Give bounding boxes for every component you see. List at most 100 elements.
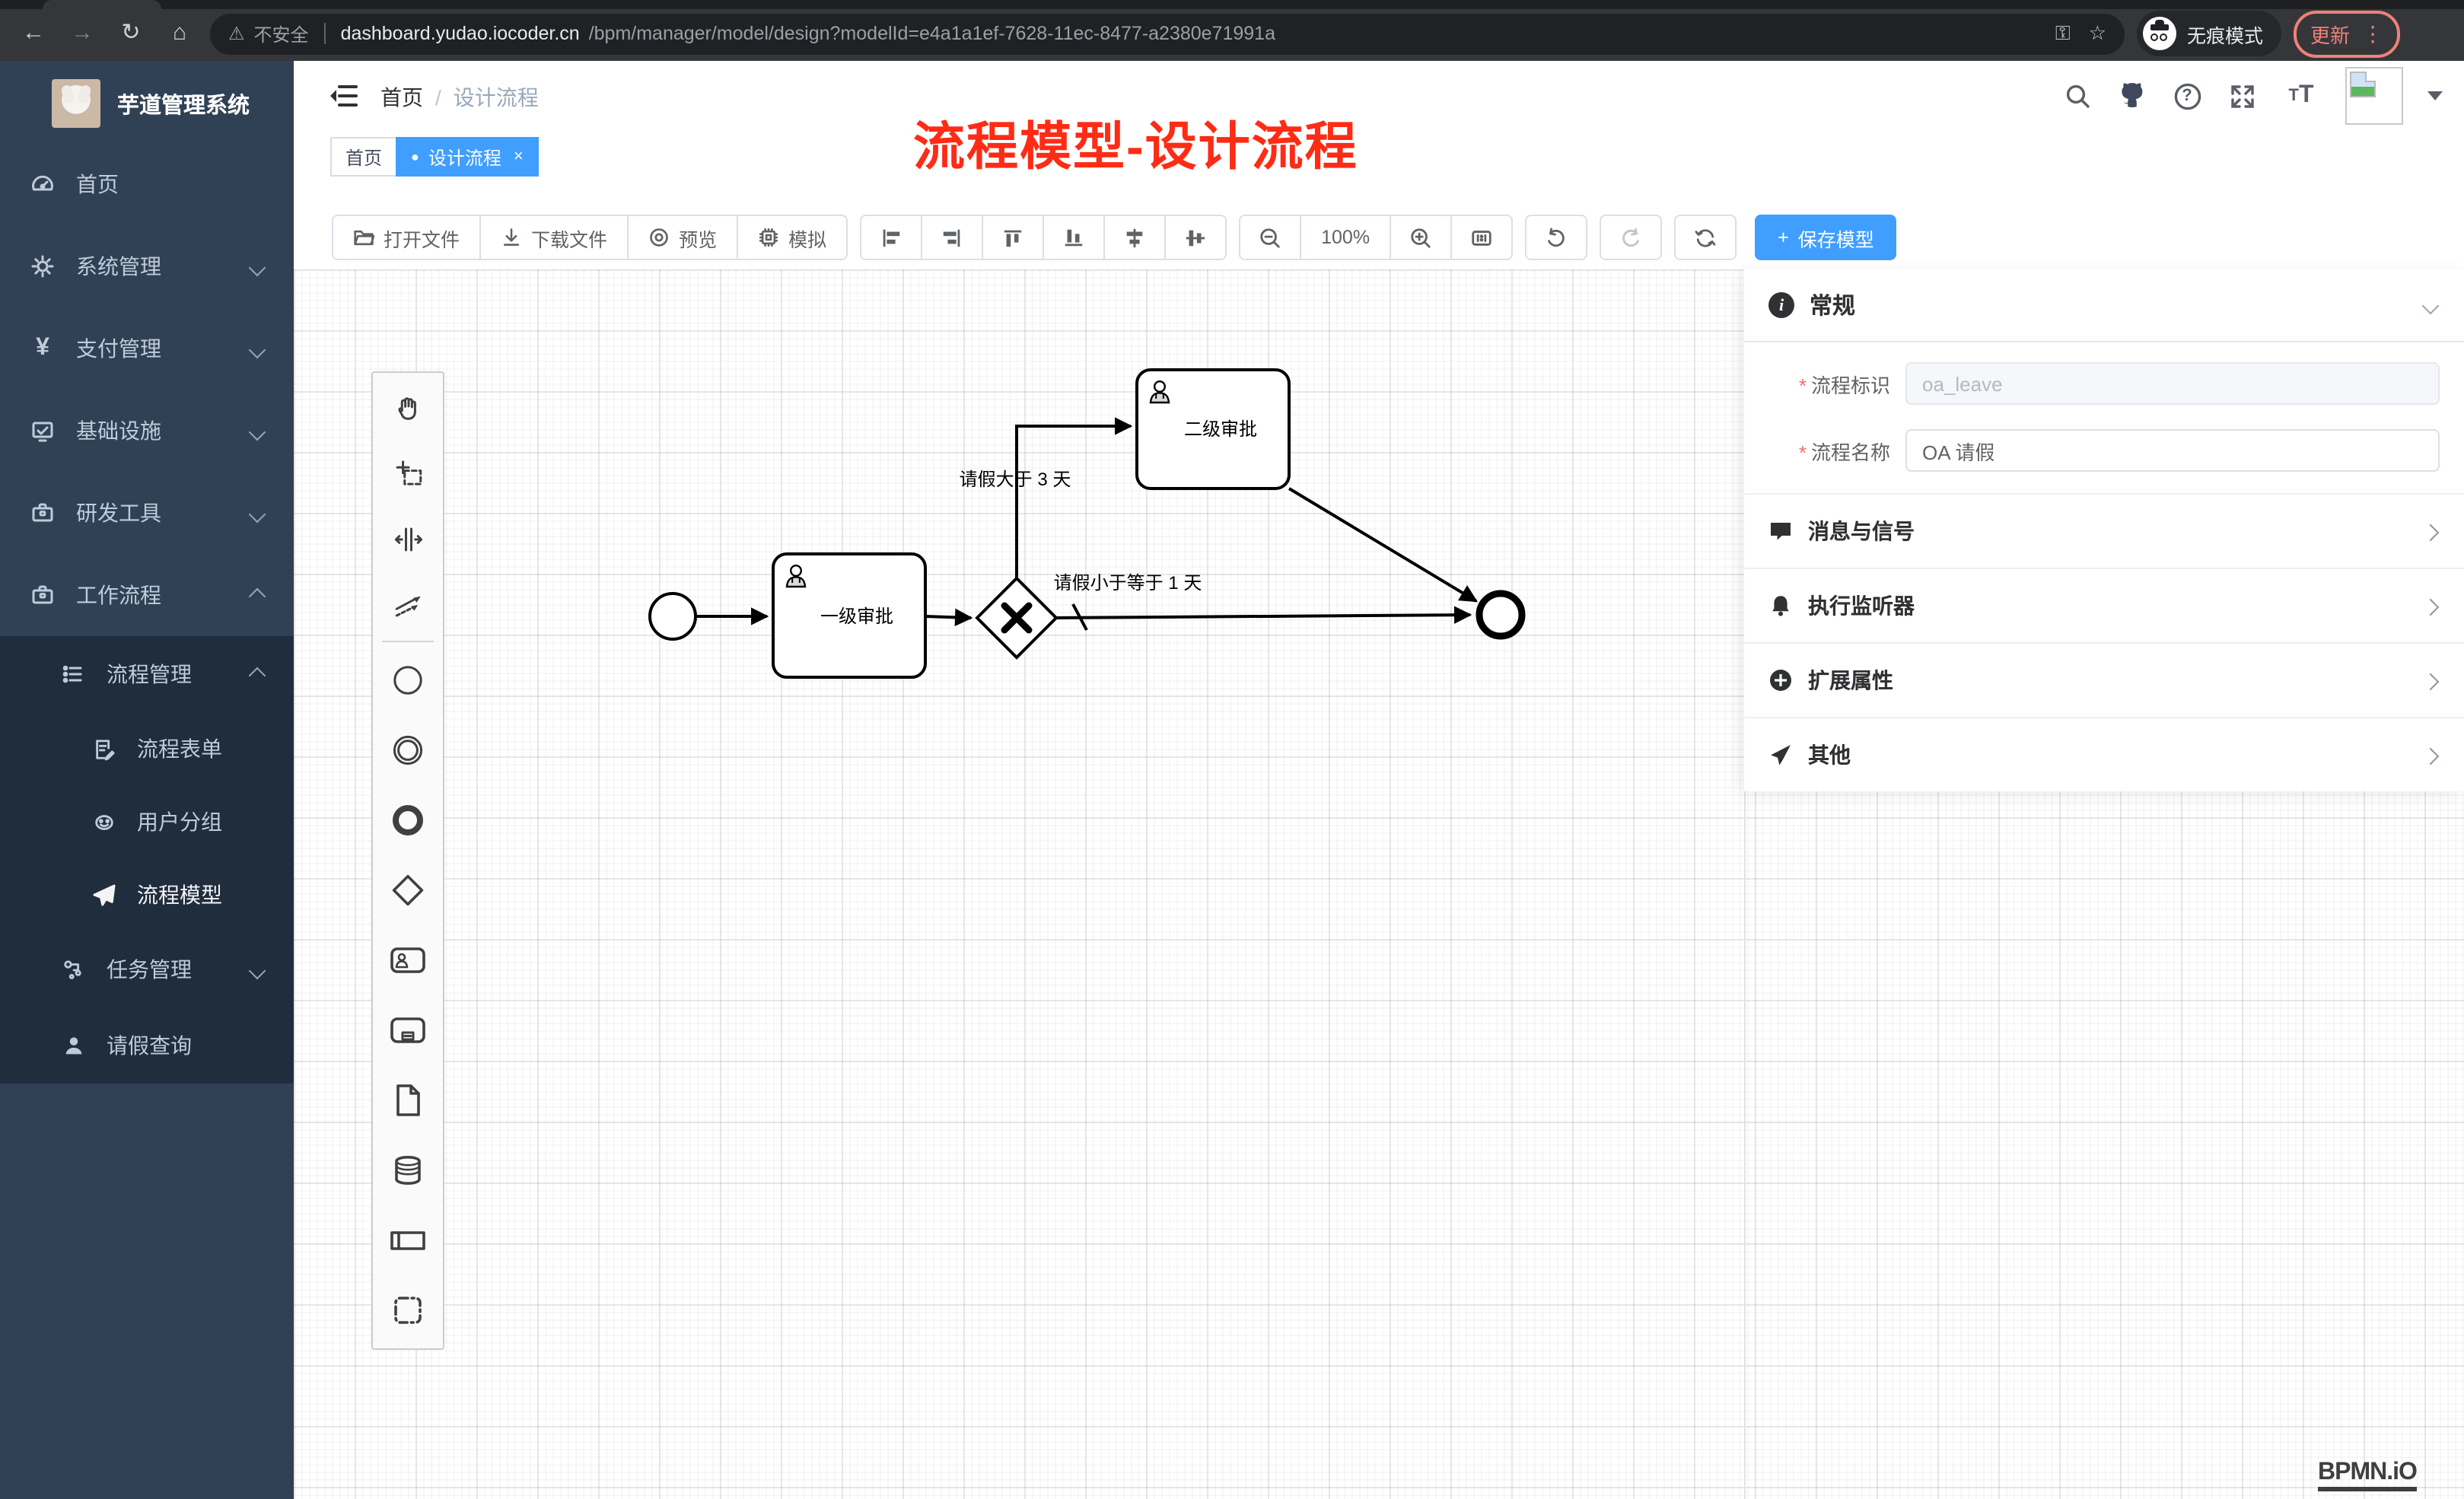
condition-label-lte1[interactable]: 请假小于等于 1 天 [1054, 573, 1202, 594]
sidebar-submenu: 流程管理 流程表单 用户分组 流程模型 [0, 636, 294, 1084]
tab-design-process[interactable]: ● 设计流程 × [396, 137, 539, 177]
simulate-button[interactable]: 模拟 [738, 216, 846, 259]
zoom-reset-button[interactable] [1452, 216, 1511, 259]
undo-icon [1545, 226, 1568, 249]
create-data-store[interactable] [373, 1135, 443, 1205]
url-bar[interactable]: ⚠ 不安全 dashboard.yudao.iocoder.cn /bpm/ma… [210, 13, 2125, 54]
bpmn-io-watermark[interactable]: BPMN.iO [2318, 1459, 2417, 1491]
user-task-level2[interactable]: 二级审批 [1137, 370, 1289, 489]
fullscreen-icon[interactable] [2227, 81, 2257, 111]
process-name-input[interactable] [1905, 429, 2440, 472]
security-label[interactable]: 不安全 [254, 21, 309, 46]
process-key-input[interactable] [1905, 362, 2440, 405]
plus-icon: + [1778, 227, 1789, 248]
sidebar-item-payment[interactable]: ¥ 支付管理 [0, 307, 294, 390]
section-message-signal[interactable]: 消息与信号 [1744, 493, 2464, 568]
sidebar-logo[interactable]: 芋道管理系统 [0, 61, 294, 143]
task1-label[interactable]: 一级审批 [820, 606, 893, 627]
sidebar-item-process-form[interactable]: 流程表单 [0, 712, 294, 785]
create-user-task[interactable] [373, 925, 443, 995]
sidebar-item-user-group[interactable]: 用户分组 [0, 785, 294, 858]
field-process-key: *流程标识 [1744, 362, 2440, 405]
preview-button[interactable]: 预览 [629, 216, 738, 259]
save-model-button[interactable]: + 保存模型 [1755, 215, 1897, 260]
create-start-event[interactable] [373, 645, 443, 715]
sidebar-item-infra[interactable]: 基础设施 [0, 390, 294, 472]
refresh-button[interactable] [1674, 215, 1737, 260]
create-intermediate-event[interactable] [373, 715, 443, 785]
avatar[interactable] [2345, 67, 2403, 125]
sidebar-item-system[interactable]: 系统管理 [0, 225, 294, 307]
sidebar-item-devtools[interactable]: 研发工具 [0, 472, 294, 554]
flow-task2-to-end[interactable] [1289, 489, 1476, 601]
update-button[interactable]: 更新 ⋮ [2294, 10, 2400, 57]
sidebar-item-home[interactable]: 首页 [0, 143, 294, 225]
breadcrumb-home[interactable]: 首页 [380, 82, 423, 113]
align-left-button[interactable] [861, 216, 922, 259]
sidebar-item-process-model[interactable]: 流程模型 [0, 858, 294, 931]
flow-gateway-to-end[interactable] [1056, 615, 1470, 618]
refresh-icon [1694, 226, 1717, 249]
data-object-icon [391, 1082, 425, 1119]
start-event[interactable] [650, 594, 696, 639]
home-icon[interactable]: ⌂ [161, 15, 198, 52]
hand-tool[interactable] [373, 376, 443, 441]
exclusive-gateway[interactable] [977, 578, 1056, 657]
section-extended-properties[interactable]: 扩展属性 [1744, 642, 2464, 717]
align-center-horizontal-button[interactable] [1105, 216, 1166, 259]
url-host[interactable]: dashboard.yudao.iocoder.cn [341, 23, 580, 44]
sidebar-item-process-manage[interactable]: 流程管理 [0, 636, 294, 712]
create-participant[interactable] [373, 1205, 443, 1275]
close-icon[interactable]: × [514, 148, 524, 166]
undo-button[interactable] [1525, 215, 1587, 260]
help-icon[interactable]: ? [2172, 81, 2202, 111]
sidebar-toggle-icon[interactable] [330, 85, 358, 107]
zoom-out-button[interactable] [1240, 216, 1301, 259]
chevron-right-icon [2422, 673, 2440, 690]
section-general[interactable]: i 常规 [1744, 269, 2464, 342]
task2-label[interactable]: 二级审批 [1184, 419, 1257, 440]
section-other[interactable]: 其他 [1744, 717, 2464, 791]
user-task-level1[interactable]: 一级审批 [773, 554, 925, 677]
align-right-button[interactable] [922, 216, 983, 259]
end-event[interactable] [1479, 594, 1522, 636]
key-icon[interactable]: ⚿ [2055, 21, 2071, 46]
browser-menu-icon[interactable]: ⋮ [2362, 21, 2383, 46]
section-execution-listener[interactable]: 执行监听器 [1744, 568, 2464, 642]
sidebar-item-leave-query[interactable]: 请假查询 [0, 1007, 294, 1084]
avatar-caret-icon[interactable] [2427, 91, 2443, 100]
open-file-button[interactable]: 打开文件 [333, 216, 481, 259]
zoom-in-button[interactable] [1391, 216, 1452, 259]
tab-home[interactable]: 首页 [330, 137, 397, 177]
sidebar-item-workflow[interactable]: 工作流程 [0, 554, 294, 636]
flow-task1-to-gateway[interactable] [925, 616, 971, 618]
align-top-button[interactable] [983, 216, 1044, 259]
create-end-event[interactable] [373, 785, 443, 855]
create-group[interactable] [373, 1275, 443, 1345]
redo-button[interactable] [1600, 215, 1662, 260]
align-left-icon [880, 226, 903, 249]
flow-gateway-to-task2[interactable] [1017, 426, 1131, 578]
browser-active-tab[interactable] [43, 0, 161, 9]
back-icon[interactable]: ← [15, 15, 52, 52]
url-path[interactable]: /bpm/manager/model/design?modelId=e4a1a1… [589, 23, 2037, 44]
search-icon[interactable] [2062, 81, 2093, 111]
align-bottom-button[interactable] [1044, 216, 1105, 259]
condition-label-gt3[interactable]: 请假大于 3 天 [960, 469, 1071, 490]
create-exclusive-gateway[interactable] [373, 855, 443, 925]
download-file-button[interactable]: 下载文件 [481, 216, 629, 259]
download-icon [501, 227, 522, 248]
space-tool[interactable] [373, 507, 443, 572]
create-data-object[interactable] [373, 1065, 443, 1135]
reload-icon[interactable]: ↻ [113, 15, 149, 52]
global-connect-tool[interactable] [373, 572, 443, 638]
forward-icon[interactable]: → [64, 15, 100, 52]
align-bottom-icon [1062, 226, 1085, 249]
font-size-icon[interactable]: TT [2281, 81, 2321, 111]
align-center-vertical-button[interactable] [1166, 216, 1225, 259]
sidebar-item-task-manage[interactable]: 任务管理 [0, 931, 294, 1007]
create-subprocess[interactable] [373, 995, 443, 1065]
github-icon[interactable] [2117, 81, 2147, 111]
lasso-tool[interactable] [373, 441, 443, 507]
bookmark-star-icon[interactable]: ☆ [2089, 21, 2106, 46]
